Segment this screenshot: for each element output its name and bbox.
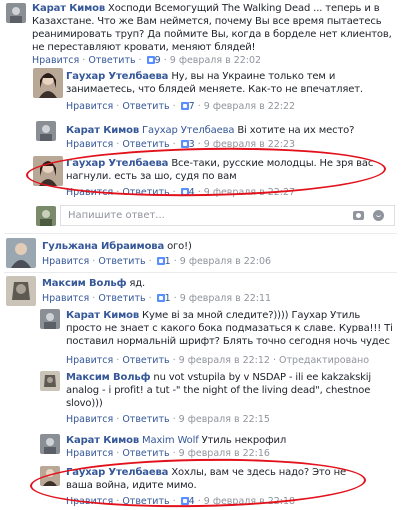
avatar[interactable]	[6, 238, 36, 268]
avatar[interactable]	[6, 3, 26, 23]
reply-button[interactable]: Ответить	[122, 448, 169, 459]
like-button[interactable]: Нравится	[66, 139, 113, 150]
comment-actions: Нравится · Ответить · 9 февраля в 22:15	[66, 414, 270, 425]
avatar[interactable]	[40, 371, 60, 391]
timestamp[interactable]: 9 февраля в 22:02	[170, 55, 261, 66]
like-button[interactable]: Нравится	[32, 55, 79, 66]
like-icon	[156, 294, 165, 302]
divider	[4, 233, 397, 234]
timestamp[interactable]: 9 февраля в 22:12	[179, 355, 270, 366]
like-button[interactable]: Нравится	[66, 414, 113, 425]
timestamp[interactable]: 9 февраля в 22:22	[204, 101, 295, 112]
author-name[interactable]: Максим Вольф	[42, 278, 126, 289]
comment-text: яд.	[129, 278, 146, 289]
like-button[interactable]: Нравится	[42, 256, 89, 267]
avatar[interactable]	[40, 434, 60, 454]
reply-button[interactable]: Ответить	[88, 55, 135, 66]
avatar[interactable]	[6, 276, 36, 306]
comment-text: ого!)	[167, 241, 192, 252]
avatar	[36, 206, 56, 226]
camera-icon[interactable]	[353, 211, 364, 220]
like-button[interactable]: Нравится	[66, 101, 113, 112]
timestamp[interactable]: 9 февраля в 22:06	[180, 256, 271, 267]
comment-body: Карат Кимов Хосподи Всемогущий The Walki…	[32, 2, 392, 54]
reply-button[interactable]: Ответить	[122, 101, 169, 112]
author-name[interactable]: Карат Кимов	[66, 125, 139, 136]
author-name[interactable]: Карат Кимов	[32, 3, 105, 14]
comment-text: Ві хотите на их место?	[237, 125, 355, 136]
reply-button[interactable]: Ответить	[122, 355, 169, 366]
like-icon	[180, 102, 189, 110]
emoji-icon[interactable]	[373, 210, 384, 221]
reply-button[interactable]: Ответить	[98, 256, 145, 267]
mention-link[interactable]: Maxim Wolf	[142, 435, 199, 446]
author-name[interactable]: Карат Кимов	[66, 310, 139, 321]
reply-button[interactable]: Ответить	[122, 139, 169, 150]
like-button[interactable]: Нравится	[66, 355, 113, 366]
divider	[4, 272, 397, 273]
comment-body: Максим Вольф яд.	[42, 277, 392, 290]
edited-label[interactable]: Отредактировано	[279, 355, 369, 366]
avatar[interactable]	[40, 309, 60, 329]
highlight-circle	[25, 144, 387, 200]
comment-body: Карат Кимов Куме ві за мной следите?))))…	[66, 309, 398, 348]
mention-link[interactable]: Гаухар Утелбаева	[142, 125, 234, 136]
author-name[interactable]: Гульжана Ибраимова	[42, 241, 164, 252]
comment-body: Гаухар Утелбаева Ну, вы на Украине тольк…	[66, 70, 396, 96]
avatar[interactable]	[33, 68, 63, 98]
author-name[interactable]: Максим Вольф	[66, 372, 150, 383]
comment-actions: Нравится · Ответить · 9 · 9 февраля в 22…	[32, 55, 262, 66]
reply-input[interactable]: Напишите ответ...	[60, 205, 395, 226]
comment-actions: Нравится · Ответить · 1 · 9 февраля в 22…	[42, 256, 272, 267]
timestamp[interactable]: 9 февраля в 22:16	[179, 448, 270, 459]
comment-body: Максим Вольф nu vot vstupila by v NSDAP …	[66, 371, 388, 410]
timestamp[interactable]: 9 февраля в 22:11	[180, 293, 271, 304]
timestamp[interactable]: 9 февраля в 22:15	[179, 414, 270, 425]
comment-actions: Нравится · Ответить · 9 февраля в 22:12 …	[66, 355, 370, 366]
comment-body: Карат Кимов Maxim Wolf Утиль некрофил	[66, 434, 396, 447]
comment-body: Карат Кимов Гаухар Утелбаева Ві хотите н…	[66, 124, 396, 137]
like-icon	[180, 140, 189, 148]
comment-actions: Нравится · Ответить · 1 · 9 февраля в 22…	[42, 293, 272, 304]
comment-text: Утиль некрофил	[201, 435, 287, 446]
like-icon	[156, 257, 165, 265]
comment-body: Гульжана Ибраимова ого!)	[42, 240, 392, 253]
comment-actions: Нравится · Ответить · 7 · 9 февраля в 22…	[66, 101, 296, 112]
reply-button[interactable]: Ответить	[98, 293, 145, 304]
like-button[interactable]: Нравится	[42, 293, 89, 304]
like-icon	[146, 56, 155, 64]
author-name[interactable]: Карат Кимов	[66, 435, 139, 446]
reply-input-placeholder: Напишите ответ...	[68, 210, 165, 221]
like-button[interactable]: Нравится	[66, 448, 113, 459]
highlight-circle	[29, 456, 367, 510]
reply-button[interactable]: Ответить	[122, 414, 169, 425]
avatar[interactable]	[36, 121, 56, 141]
author-name[interactable]: Гаухар Утелбаева	[66, 71, 168, 82]
